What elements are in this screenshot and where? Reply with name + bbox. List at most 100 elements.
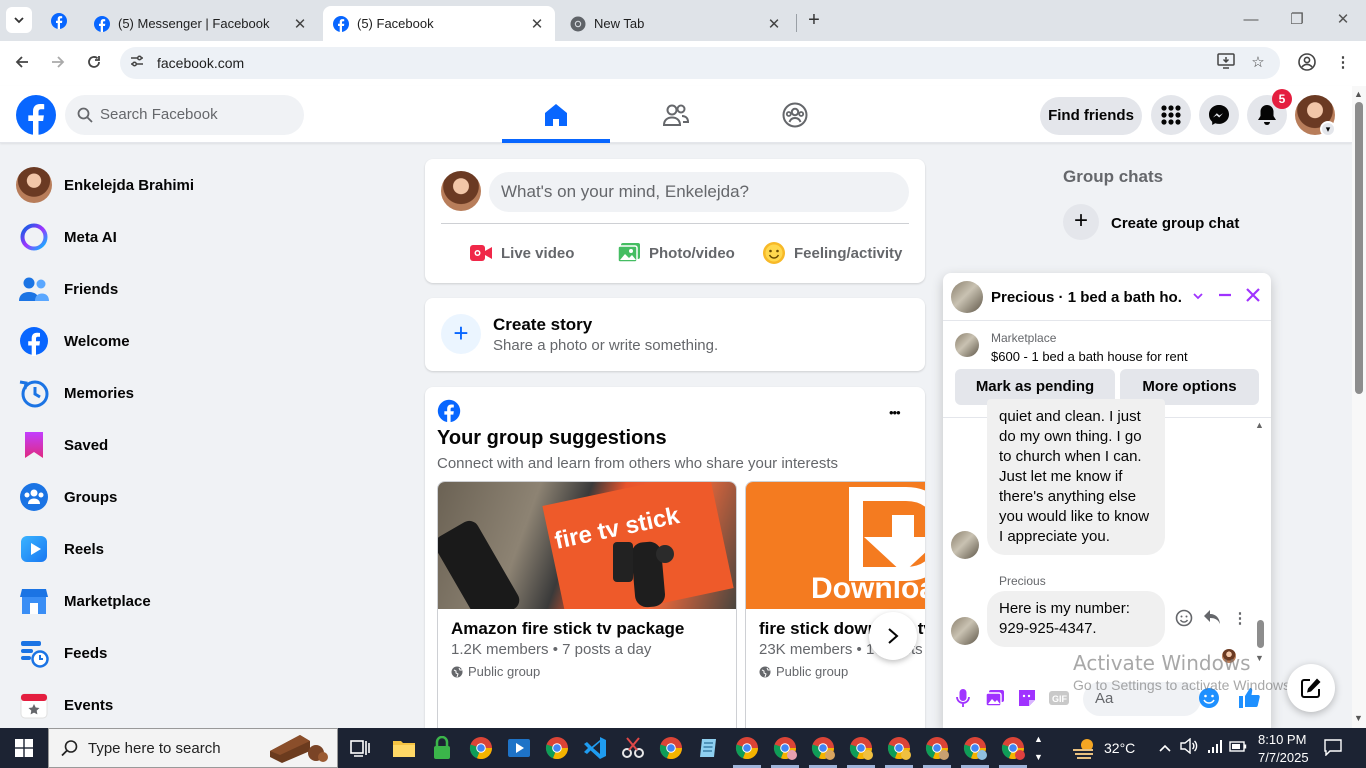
sidebar-item-friends[interactable]: Friends	[16, 267, 396, 311]
group-card-fire-stick-download[interactable]: Download fire stick download tv 23K memb…	[745, 481, 925, 741]
chrome-profile-icon[interactable]	[999, 734, 1027, 762]
minimize-chat-icon[interactable]	[1214, 287, 1236, 309]
close-chat-icon[interactable]	[1242, 287, 1264, 309]
address-bar[interactable]	[120, 47, 1280, 79]
back-button[interactable]	[9, 51, 35, 77]
chrome-profile-icon[interactable]	[733, 734, 761, 762]
chrome-profile-icon[interactable]	[885, 734, 913, 762]
new-message-button[interactable]	[1287, 664, 1335, 712]
sidebar-item-marketplace[interactable]: Marketplace	[16, 579, 396, 623]
install-app-icon[interactable]	[1216, 53, 1236, 73]
sidebar-item-feeds[interactable]: Feeds	[16, 631, 396, 675]
tab-search-button[interactable]	[6, 7, 32, 33]
close-icon[interactable]: ✕	[292, 15, 308, 33]
sidebar-item-events[interactable]: Events	[16, 683, 396, 727]
clock-time[interactable]: 8:10 PM	[1258, 732, 1306, 747]
sidebar-item-welcome[interactable]: Welcome	[16, 319, 396, 363]
microphone-icon[interactable]	[951, 686, 975, 710]
carousel-next-button[interactable]	[869, 612, 917, 660]
facebook-logo[interactable]	[16, 95, 56, 135]
network-icon[interactable]	[1205, 738, 1225, 758]
feeling-activity-button[interactable]: Feeling/activity	[762, 237, 902, 269]
create-group-chat-link[interactable]: Create group chat	[1111, 215, 1239, 232]
sticker-icon[interactable]	[1015, 686, 1039, 710]
close-icon[interactable]: ✕	[766, 15, 782, 33]
pinned-tab-facebook[interactable]	[44, 8, 74, 34]
volume-icon[interactable]	[1179, 737, 1199, 758]
plus-icon[interactable]: +	[441, 314, 481, 354]
notification-center-icon[interactable]	[1323, 738, 1343, 758]
nav-friends[interactable]	[656, 96, 696, 134]
forward-button[interactable]	[45, 51, 71, 77]
listing-title[interactable]: $600 - 1 bed a bath house for rent	[991, 349, 1188, 364]
sidebar-item-meta-ai[interactable]: Meta AI	[16, 215, 396, 259]
taskbar-search-placeholder[interactable]: Type here to search	[88, 740, 221, 757]
find-friends-button[interactable]: Find friends	[1040, 97, 1142, 135]
reload-button[interactable]	[81, 51, 107, 77]
close-window-button[interactable]: ✕	[1320, 8, 1366, 32]
menu-button[interactable]	[1151, 95, 1191, 135]
group-name[interactable]: Amazon fire stick tv package	[451, 619, 684, 639]
search-placeholder[interactable]: Search Facebook	[100, 106, 218, 123]
chrome-profile-icon[interactable]	[961, 734, 989, 762]
scroll-thumb[interactable]	[1257, 620, 1264, 648]
chevron-down-icon[interactable]: ▾	[1320, 121, 1336, 137]
file-explorer-icon[interactable]	[390, 734, 418, 762]
minimize-button[interactable]: —	[1228, 8, 1274, 32]
sidebar-item-groups[interactable]: Groups	[16, 475, 396, 519]
clock-date[interactable]: 7/7/2025	[1258, 750, 1309, 765]
chat-header[interactable]: Precious · 1 bed a bath ho...	[943, 273, 1271, 321]
vscode-icon[interactable]	[581, 734, 609, 762]
nav-home[interactable]	[536, 96, 576, 134]
chevron-down-icon[interactable]	[1187, 287, 1209, 309]
bookmark-star-icon[interactable]: ☆	[1248, 53, 1268, 73]
messenger-button[interactable]	[1199, 95, 1239, 135]
create-story-title[interactable]: Create story	[493, 315, 592, 335]
chrome-profile-icon[interactable]	[771, 734, 799, 762]
gallery-icon[interactable]	[983, 686, 1007, 710]
start-button[interactable]	[0, 728, 48, 768]
chat-scrollbar[interactable]: ▲ ▼	[1254, 418, 1266, 668]
profile-icon[interactable]	[1297, 53, 1317, 73]
tab-facebook[interactable]: (5) Facebook ✕	[323, 6, 555, 41]
close-icon[interactable]: ✕	[529, 15, 545, 33]
group-card-amazon-fire-stick[interactable]: fire tv stick Amazon fire stick tv packa…	[437, 481, 737, 741]
whats-on-your-mind-input[interactable]: What's on your mind, Enkelejda?	[489, 172, 909, 212]
composer-avatar[interactable]	[441, 171, 481, 211]
weather-icon[interactable]	[1072, 736, 1098, 760]
page-scroll-up[interactable]: ▲	[1354, 89, 1363, 99]
react-icon[interactable]	[1174, 609, 1194, 629]
chrome-icon[interactable]	[657, 734, 685, 762]
url-text[interactable]: facebook.com	[157, 55, 244, 71]
nav-groups[interactable]	[775, 96, 815, 134]
scroll-up-arrow[interactable]: ▲	[1255, 420, 1264, 430]
chrome-profile-icon[interactable]	[847, 734, 875, 762]
gif-icon[interactable]: GIF	[1047, 686, 1071, 710]
photo-video-button[interactable]: Photo/video	[617, 237, 735, 269]
chrome-profile-icon[interactable]	[923, 734, 951, 762]
lock-app-icon[interactable]	[428, 734, 456, 762]
live-video-button[interactable]: Live video	[469, 237, 574, 269]
weather-temperature[interactable]: 32°C	[1104, 740, 1135, 756]
chat-title[interactable]: Precious · 1 bed a bath ho...	[991, 289, 1181, 306]
tab-messenger[interactable]: (5) Messenger | Facebook ✕	[84, 6, 318, 41]
message-more-icon[interactable]: ⋮	[1230, 609, 1250, 629]
kebab-menu-icon[interactable]: ⋮	[1333, 53, 1353, 73]
plus-icon[interactable]: +	[1063, 204, 1099, 240]
page-scroll-thumb[interactable]	[1355, 102, 1363, 394]
more-options-icon[interactable]: •••	[889, 405, 901, 420]
sidebar-item-profile[interactable]: Enkelejda Brahimi	[16, 163, 396, 207]
reply-icon[interactable]	[1202, 609, 1222, 629]
new-tab-button[interactable]: +	[802, 9, 826, 33]
task-view-icon[interactable]	[346, 734, 374, 762]
chrome-icon[interactable]	[543, 734, 571, 762]
taskbar-overflow-arrows[interactable]: ▲ ▼	[1034, 730, 1043, 766]
chrome-icon[interactable]	[467, 734, 495, 762]
sidebar-item-saved[interactable]: Saved	[16, 423, 396, 467]
snipping-tool-icon[interactable]	[619, 734, 647, 762]
chevron-up-icon[interactable]	[1155, 738, 1175, 758]
page-scroll-down[interactable]: ▼	[1354, 713, 1363, 723]
media-app-icon[interactable]	[505, 734, 533, 762]
restore-button[interactable]: ❐	[1274, 8, 1320, 32]
scroll-down-arrow[interactable]: ▼	[1255, 653, 1264, 663]
